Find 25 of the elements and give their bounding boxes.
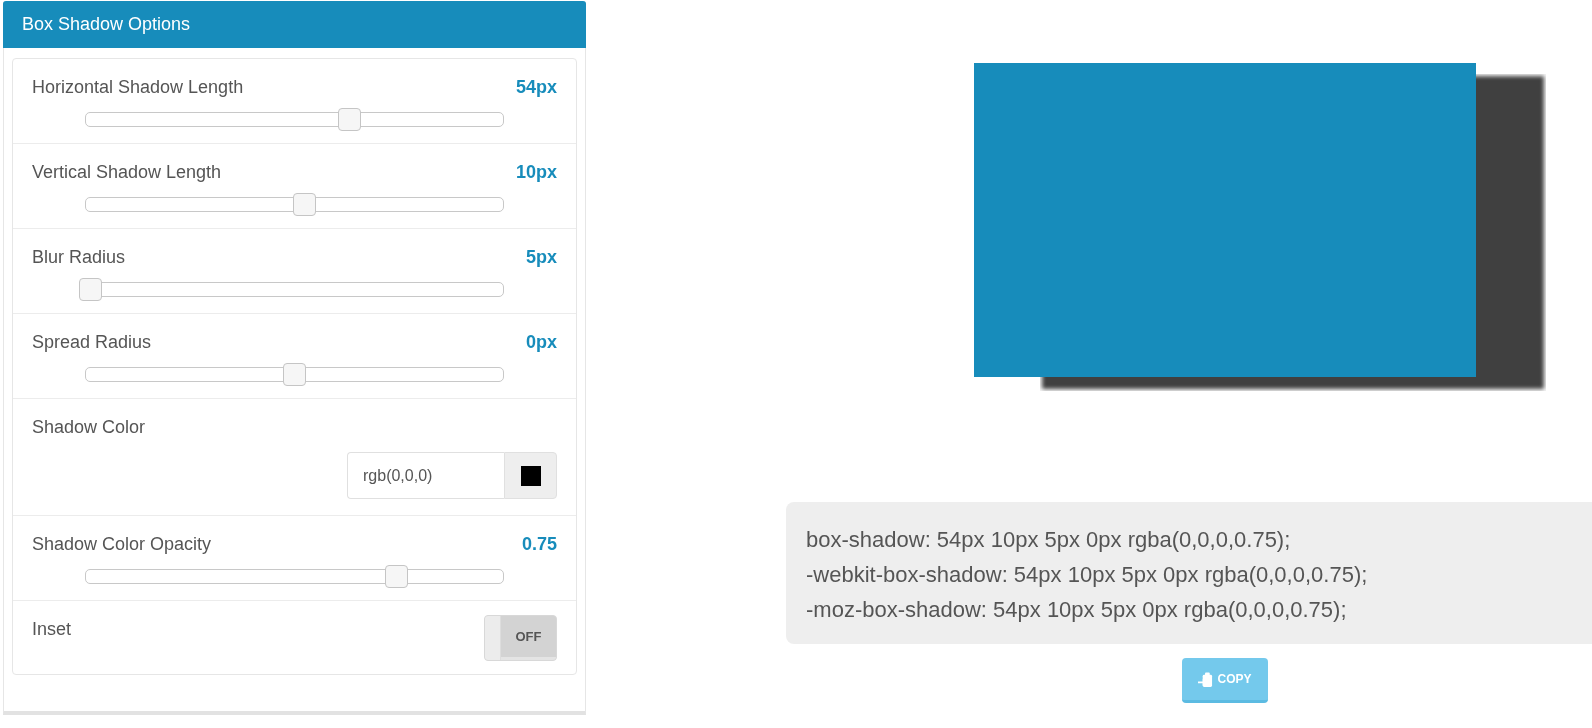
code-line: box-shadow: 54px 10px 5px 0px rgba(0,0,0,0.75); bbox=[806, 526, 1291, 554]
option-value: 0px bbox=[525, 331, 557, 354]
slider-thumb[interactable] bbox=[293, 193, 317, 216]
option-label: Shadow Color Opacity bbox=[32, 533, 212, 556]
option-label: Inset bbox=[32, 618, 72, 641]
option-value: 0.75 bbox=[521, 533, 557, 556]
slider-thumb[interactable] bbox=[338, 108, 362, 131]
option-label: Shadow Color bbox=[32, 416, 146, 439]
inset-toggle[interactable]: OFF bbox=[484, 615, 557, 661]
option-label: Blur Radius bbox=[32, 246, 126, 269]
slider-thumb[interactable] bbox=[385, 565, 408, 588]
slider-thumb[interactable] bbox=[79, 278, 102, 301]
option-value: 54px bbox=[515, 76, 557, 99]
panel-header: Box Shadow Options bbox=[3, 1, 586, 48]
code-line: -moz-box-shadow: 54px 10px 5px 0px rgba(0,0,0,0.75); bbox=[806, 596, 1347, 624]
clipboard-icon bbox=[1198, 671, 1214, 687]
option-label: Horizontal Shadow Length bbox=[32, 76, 244, 99]
color-input-field[interactable]: rgb(0,0,0) bbox=[347, 452, 504, 499]
option-label: Spread Radius bbox=[32, 331, 152, 354]
code-line: -webkit-box-shadow: 54px 10px 5px 0px rgba(0,0,0,0.75); bbox=[806, 561, 1368, 589]
option-value: 5px bbox=[525, 246, 557, 269]
option-value: 10px bbox=[515, 161, 557, 184]
slider-thumb[interactable] bbox=[283, 363, 306, 386]
option-label: Vertical Shadow Length bbox=[32, 161, 222, 184]
color-picker-button[interactable] bbox=[504, 452, 557, 499]
